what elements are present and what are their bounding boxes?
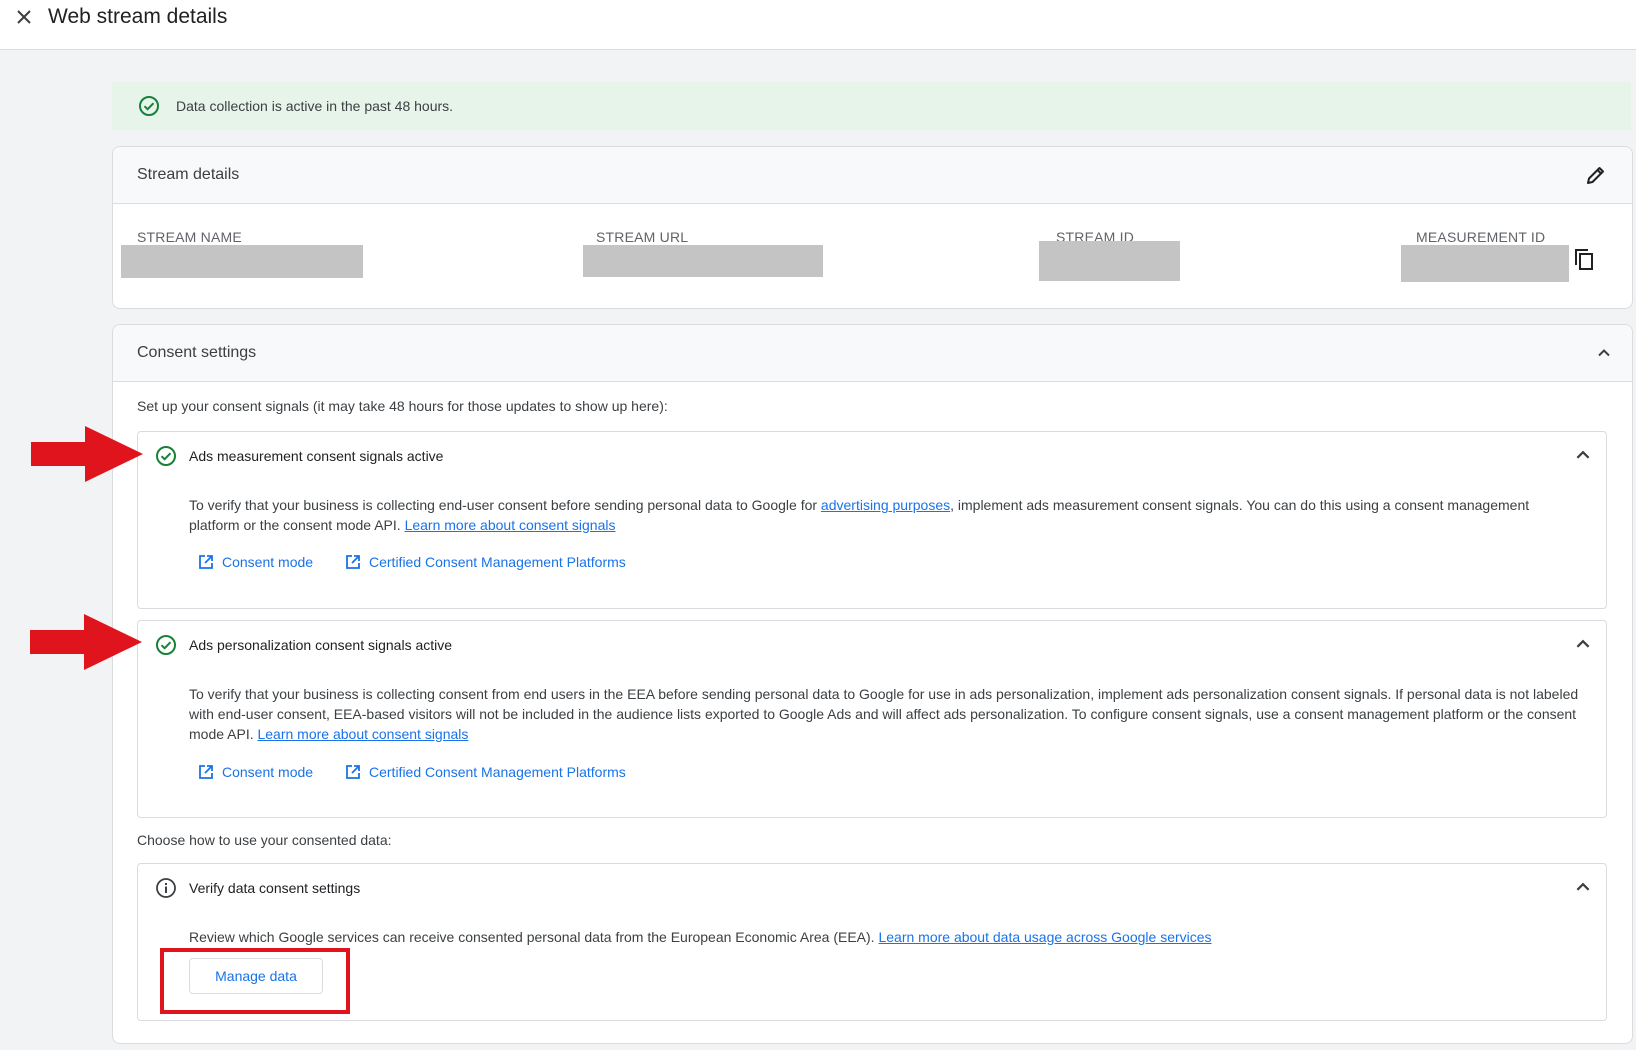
open-in-new-icon (346, 765, 360, 779)
ads-measurement-description: To verify that your business is collecti… (189, 495, 1579, 535)
close-icon (17, 10, 31, 24)
measurement-id-label: MEASUREMENT ID (1416, 229, 1546, 245)
consent-settings-title: Consent settings (137, 344, 257, 361)
stream-url-label: STREAM URL (596, 229, 689, 245)
consent-mode-link[interactable]: Consent mode (198, 764, 313, 780)
ads-personalization-title: Ads personalization consent signals acti… (189, 637, 453, 653)
consent-mode-label: Consent mode (222, 764, 314, 780)
copy-icon[interactable] (1572, 247, 1596, 273)
close-button[interactable] (14, 6, 34, 28)
open-in-new-icon (346, 555, 360, 569)
stream-details-card: Stream details STREAM NAME STREAM URL ST… (112, 146, 1633, 309)
annotation-arrow-icon (31, 426, 143, 482)
ads-personalization-panel: Ads personalization consent signals acti… (137, 620, 1607, 818)
learn-more-data-usage-link[interactable]: Learn more about data usage across Googl… (878, 929, 1211, 945)
check-circle-icon (139, 96, 159, 116)
page-title: Web stream details (48, 5, 228, 28)
open-in-new-icon (199, 765, 213, 779)
stream-url-value-redacted (583, 245, 823, 277)
chevron-up-icon[interactable] (1574, 446, 1592, 464)
certified-cmp-link[interactable]: Certified Consent Management Platforms (345, 764, 626, 780)
measurement-id-value-redacted (1401, 245, 1569, 282)
stream-name-value-redacted (121, 245, 363, 278)
status-banner: Data collection is active in the past 48… (112, 82, 1631, 130)
verify-data-consent-title: Verify data consent settings (189, 880, 361, 896)
chevron-up-icon[interactable] (1574, 878, 1592, 896)
choose-consented-data-text: Choose how to use your consented data: (137, 832, 392, 848)
learn-more-consent-signals-link[interactable]: Learn more about consent signals (257, 726, 468, 742)
certified-cmp-label: Certified Consent Management Platforms (369, 764, 626, 780)
advertising-purposes-link[interactable]: advertising purposes (821, 497, 950, 513)
banner-text: Data collection is active in the past 48… (176, 98, 454, 114)
certified-cmp-link[interactable]: Certified Consent Management Platforms (345, 554, 626, 570)
certified-cmp-label: Certified Consent Management Platforms (369, 554, 626, 570)
verify-data-consent-description: Review which Google services can receive… (189, 927, 1579, 947)
desc-text: To verify that your business is collecti… (189, 497, 821, 513)
desc-text: Review which Google services can receive… (189, 929, 879, 945)
consent-mode-link[interactable]: Consent mode (198, 554, 313, 570)
annotation-arrow-icon (30, 614, 142, 670)
stream-details-header: Stream details (113, 147, 1632, 204)
ads-measurement-title: Ads measurement consent signals active (189, 448, 444, 464)
learn-more-consent-signals-link[interactable]: Learn more about consent signals (405, 517, 616, 533)
check-circle-icon (156, 635, 176, 655)
consent-settings-header[interactable]: Consent settings (113, 325, 1632, 382)
open-in-new-icon (199, 555, 213, 569)
check-circle-icon (156, 446, 176, 466)
consent-mode-label: Consent mode (222, 554, 314, 570)
ads-personalization-description: To verify that your business is collecti… (189, 684, 1579, 744)
chevron-up-icon[interactable] (1574, 635, 1592, 653)
chevron-up-icon[interactable] (1596, 345, 1612, 361)
stream-name-label: STREAM NAME (137, 229, 242, 245)
consent-settings-card: Consent settings Set up your consent sig… (112, 324, 1633, 1044)
consent-intro-text: Set up your consent signals (it may take… (137, 398, 668, 414)
top-bar: Web stream details (0, 0, 1636, 50)
stream-id-value-redacted (1039, 241, 1180, 281)
verify-data-consent-panel: Verify data consent settings Review whic… (137, 863, 1607, 1021)
info-icon (156, 878, 176, 898)
edit-icon[interactable] (1584, 163, 1608, 187)
stream-details-title: Stream details (137, 166, 240, 183)
annotation-highlight-box (160, 948, 350, 1014)
ads-measurement-panel: Ads measurement consent signals active T… (137, 431, 1607, 609)
